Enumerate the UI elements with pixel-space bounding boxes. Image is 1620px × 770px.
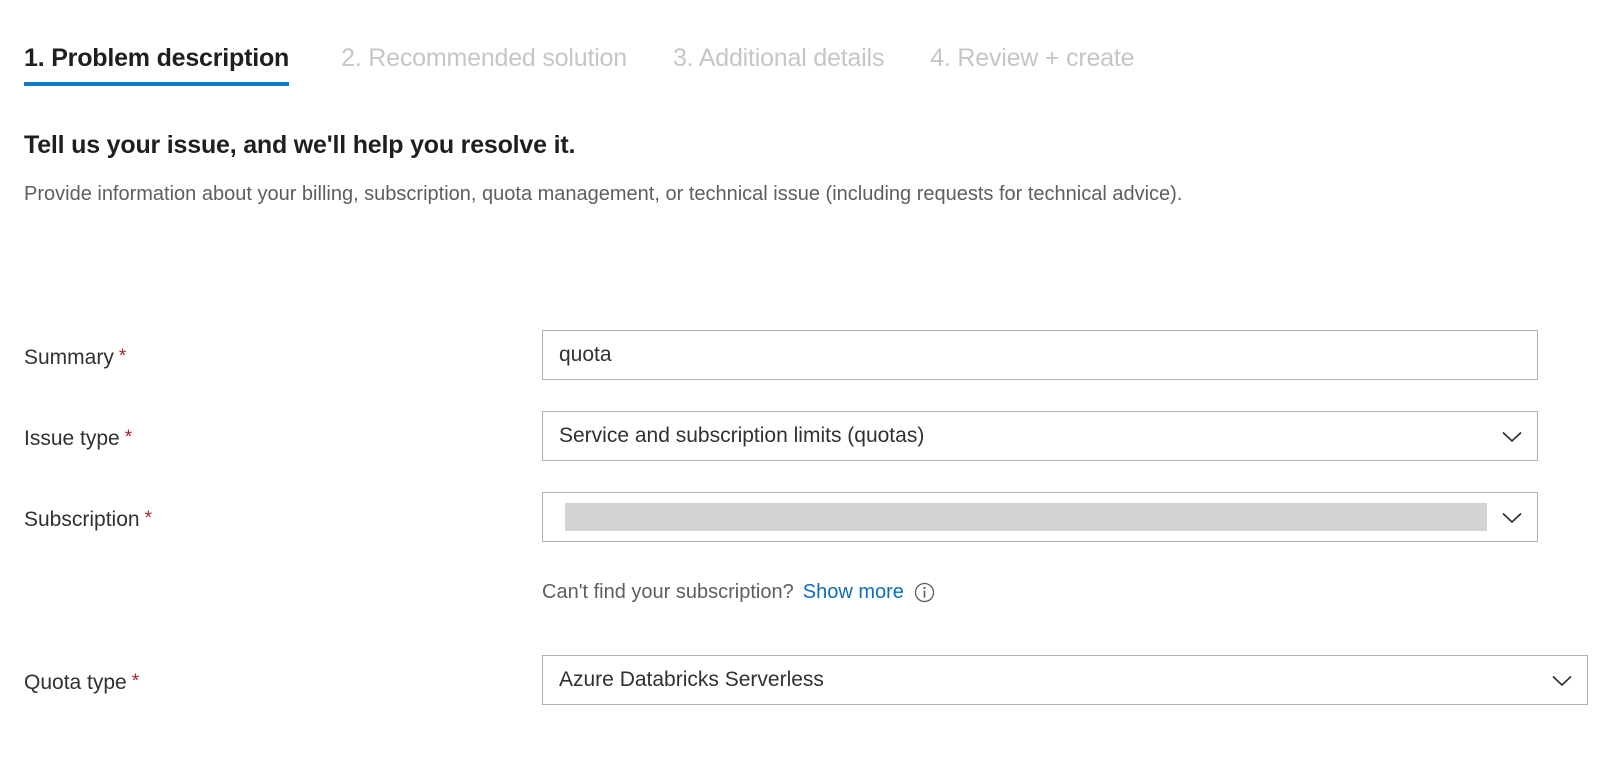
- subscription-helper-text: Can't find your subscription?: [542, 578, 794, 606]
- active-tab-underline: [24, 82, 289, 86]
- chevron-down-icon: [1499, 423, 1525, 449]
- issue-type-label: Issue type*: [24, 424, 132, 453]
- quota-type-label-text: Quota type: [24, 671, 127, 694]
- subscription-redacted-value: [565, 503, 1487, 531]
- quota-type-selected-value: Azure Databricks Serverless: [559, 668, 1539, 692]
- issue-type-selected-value: Service and subscription limits (quotas): [559, 424, 1489, 448]
- summary-field-wrap: quota: [542, 330, 1538, 380]
- quota-type-label: Quota type*: [24, 668, 139, 697]
- tab-problem-description[interactable]: 1. Problem description: [24, 42, 323, 86]
- subscription-helper: Can't find your subscription? Show more: [542, 578, 935, 606]
- issue-type-label-text: Issue type: [24, 427, 120, 450]
- subscription-dropdown[interactable]: [542, 492, 1538, 542]
- form-row-subscription: Subscription*: [0, 492, 1620, 573]
- required-asterisk: *: [119, 346, 126, 367]
- chevron-down-icon: [1549, 667, 1575, 693]
- tab-additional-details[interactable]: 3. Additional details: [673, 42, 912, 86]
- quota-type-dropdown[interactable]: Azure Databricks Serverless: [542, 655, 1588, 705]
- intro-block: Tell us your issue, and we'll help you r…: [24, 128, 1514, 211]
- form-row-quota-type: Quota type* Azure Databricks Serverless: [0, 655, 1620, 736]
- required-asterisk: *: [125, 427, 132, 448]
- summary-input[interactable]: quota: [542, 330, 1538, 380]
- page-description: Provide information about your billing, …: [24, 178, 1494, 211]
- info-circle-icon[interactable]: [914, 582, 935, 603]
- tab-review-create[interactable]: 4. Review + create: [930, 42, 1162, 86]
- page-title: Tell us your issue, and we'll help you r…: [24, 128, 1514, 162]
- form-row-issue-type: Issue type* Service and subscription lim…: [0, 411, 1620, 492]
- wizard-step-tabs: 1. Problem description 2. Recommended so…: [24, 42, 1162, 86]
- chevron-down-icon: [1499, 504, 1525, 530]
- subscription-field-wrap: [542, 492, 1538, 542]
- summary-input-value: quota: [559, 343, 1525, 367]
- summary-label-text: Summary: [24, 346, 114, 369]
- subscription-label-text: Subscription: [24, 508, 140, 531]
- form-row-summary: Summary* quota: [0, 330, 1620, 411]
- tab-additional-details-label: 3. Additional details: [673, 44, 884, 72]
- tab-recommended-solution[interactable]: 2. Recommended solution: [341, 42, 655, 86]
- show-more-link[interactable]: Show more: [803, 578, 904, 606]
- issue-type-field-wrap: Service and subscription limits (quotas): [542, 411, 1538, 461]
- issue-type-dropdown[interactable]: Service and subscription limits (quotas): [542, 411, 1538, 461]
- tab-problem-description-label: 1. Problem description: [24, 44, 289, 72]
- quota-type-field-wrap: Azure Databricks Serverless: [542, 655, 1588, 705]
- subscription-label: Subscription*: [24, 505, 152, 534]
- required-asterisk: *: [132, 671, 139, 692]
- problem-description-form: Summary* quota Issue type* Service and s…: [0, 330, 1620, 573]
- tab-recommended-solution-label: 2. Recommended solution: [341, 44, 627, 72]
- tab-review-create-label: 4. Review + create: [930, 44, 1134, 72]
- summary-label: Summary*: [24, 343, 126, 372]
- required-asterisk: *: [145, 508, 152, 529]
